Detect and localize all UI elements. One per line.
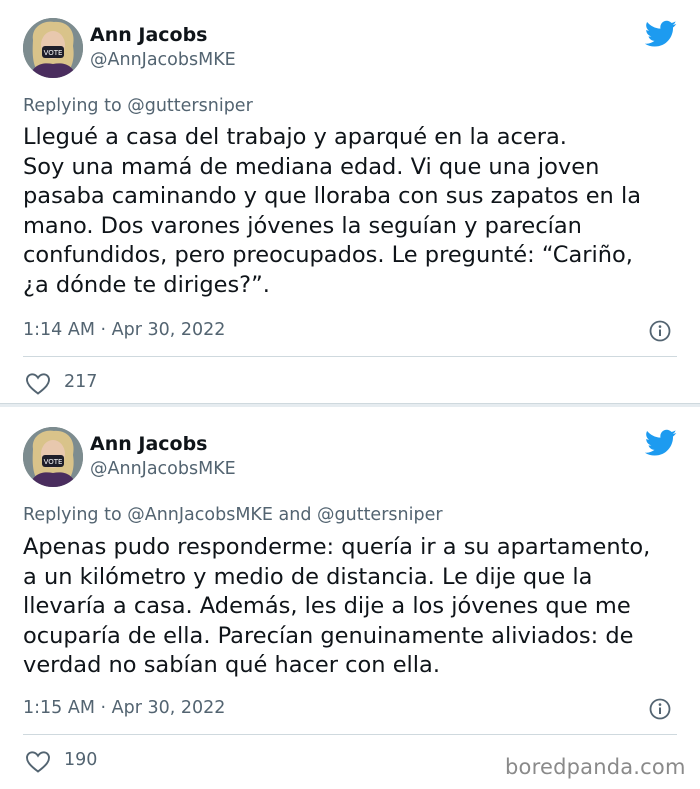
svg-text:VOTE: VOTE	[44, 49, 63, 57]
replying-to: Replying to @AnnJacobsMKE and @guttersni…	[23, 505, 443, 525]
mention-link[interactable]: @guttersniper	[127, 96, 253, 116]
author-handle[interactable]: @AnnJacobsMKE	[90, 50, 236, 70]
tweet-text: Llegué a casa del trabajo y aparqué en l…	[23, 124, 642, 298]
author-name[interactable]: Ann Jacobs	[90, 433, 208, 455]
replying-prefix: Replying to	[23, 505, 128, 525]
heart-icon[interactable]	[25, 750, 51, 774]
watermark: boredpanda.com	[505, 755, 686, 779]
tweet-card: VOTE Ann Jacobs @AnnJacobsMKE Replying t…	[0, 407, 700, 789]
svg-text:VOTE: VOTE	[44, 458, 63, 466]
info-icon[interactable]	[649, 698, 671, 720]
tweet-timestamp[interactable]: 1:14 AM · Apr 30, 2022	[23, 320, 225, 340]
avatar[interactable]: VOTE	[23, 427, 83, 487]
twitter-bird-icon[interactable]	[644, 429, 677, 457]
tweet-text: Apenas pudo responderme: quería ir a su …	[23, 534, 651, 678]
replying-prefix: Replying to	[23, 96, 128, 116]
tweet-timestamp[interactable]: 1:15 AM · Apr 30, 2022	[23, 698, 225, 718]
like-count[interactable]: 190	[64, 750, 97, 770]
tweet-card: VOTE Ann Jacobs @AnnJacobsMKE Replying t…	[0, 0, 700, 404]
divider	[23, 734, 677, 735]
like-count[interactable]: 217	[64, 372, 97, 392]
mention-link[interactable]: @AnnJacobsMKE and @guttersniper	[127, 505, 442, 525]
avatar[interactable]: VOTE	[23, 18, 83, 78]
heart-icon[interactable]	[25, 372, 51, 396]
twitter-bird-icon[interactable]	[644, 20, 677, 48]
divider	[23, 356, 677, 357]
replying-to: Replying to @guttersniper	[23, 96, 253, 116]
author-name[interactable]: Ann Jacobs	[90, 24, 208, 46]
info-icon[interactable]	[649, 320, 671, 342]
author-handle[interactable]: @AnnJacobsMKE	[90, 459, 236, 479]
